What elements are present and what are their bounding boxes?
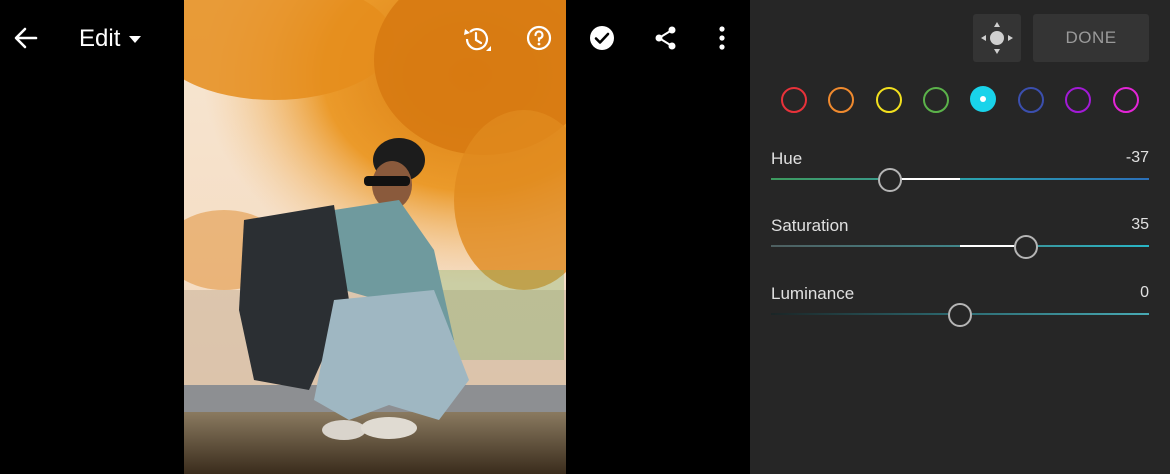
selected-dot — [980, 96, 986, 102]
swatch-orange[interactable] — [828, 87, 854, 113]
more-options-button[interactable] — [710, 24, 734, 52]
luminance-thumb[interactable] — [948, 303, 972, 327]
caret-down-icon — [129, 36, 142, 43]
targeted-adjustment-icon — [981, 22, 1013, 54]
more-vertical-icon — [719, 26, 725, 50]
swatch-yellow[interactable] — [876, 87, 902, 113]
hue-thumb[interactable] — [878, 168, 903, 192]
saturation-track[interactable] — [771, 244, 1149, 247]
history-button[interactable] — [461, 24, 492, 52]
hue-slider-row: Hue -37 — [771, 149, 1149, 199]
targeted-adjustment-button[interactable] — [973, 14, 1021, 62]
swatch-blue[interactable] — [1018, 87, 1044, 113]
color-swatch-row — [781, 86, 1151, 115]
swatch-purple[interactable] — [1065, 87, 1091, 113]
top-bar: Edit — [0, 0, 184, 78]
share-icon — [655, 26, 676, 50]
back-button[interactable] — [12, 24, 40, 52]
hue-track[interactable] — [771, 177, 1149, 180]
history-icon — [464, 28, 492, 51]
done-button[interactable]: DONE — [1033, 14, 1149, 62]
share-button[interactable] — [652, 24, 680, 52]
saturation-thumb[interactable] — [1014, 235, 1039, 259]
help-button[interactable] — [525, 24, 553, 52]
swatch-magenta[interactable] — [1113, 87, 1139, 113]
edited-photo — [184, 0, 566, 474]
luminance-label: Luminance — [771, 284, 855, 303]
luminance-value: 0 — [1140, 284, 1149, 301]
swatch-green[interactable] — [923, 87, 949, 113]
luminance-slider-row: Luminance 0 — [771, 284, 1149, 334]
saturation-slider-row: Saturation 35 — [771, 216, 1149, 266]
apply-button[interactable] — [588, 24, 616, 52]
edit-mode-label: Edit — [79, 25, 121, 52]
help-circle-icon — [526, 25, 552, 51]
photo-canvas[interactable] — [184, 0, 566, 474]
color-mix-panel: DONE Hue -37 Saturation 35 Luminance 0 — [750, 0, 1170, 474]
hue-label: Hue — [771, 149, 803, 168]
saturation-label: Saturation — [771, 216, 849, 235]
saturation-value: 35 — [1131, 216, 1149, 233]
swatch-aqua[interactable] — [970, 86, 996, 112]
hue-value: -37 — [1125, 149, 1149, 166]
arrow-left-icon — [14, 27, 38, 49]
swatch-red[interactable] — [781, 87, 807, 113]
edit-mode-dropdown[interactable]: Edit — [79, 24, 142, 54]
check-circle-icon — [590, 26, 614, 50]
